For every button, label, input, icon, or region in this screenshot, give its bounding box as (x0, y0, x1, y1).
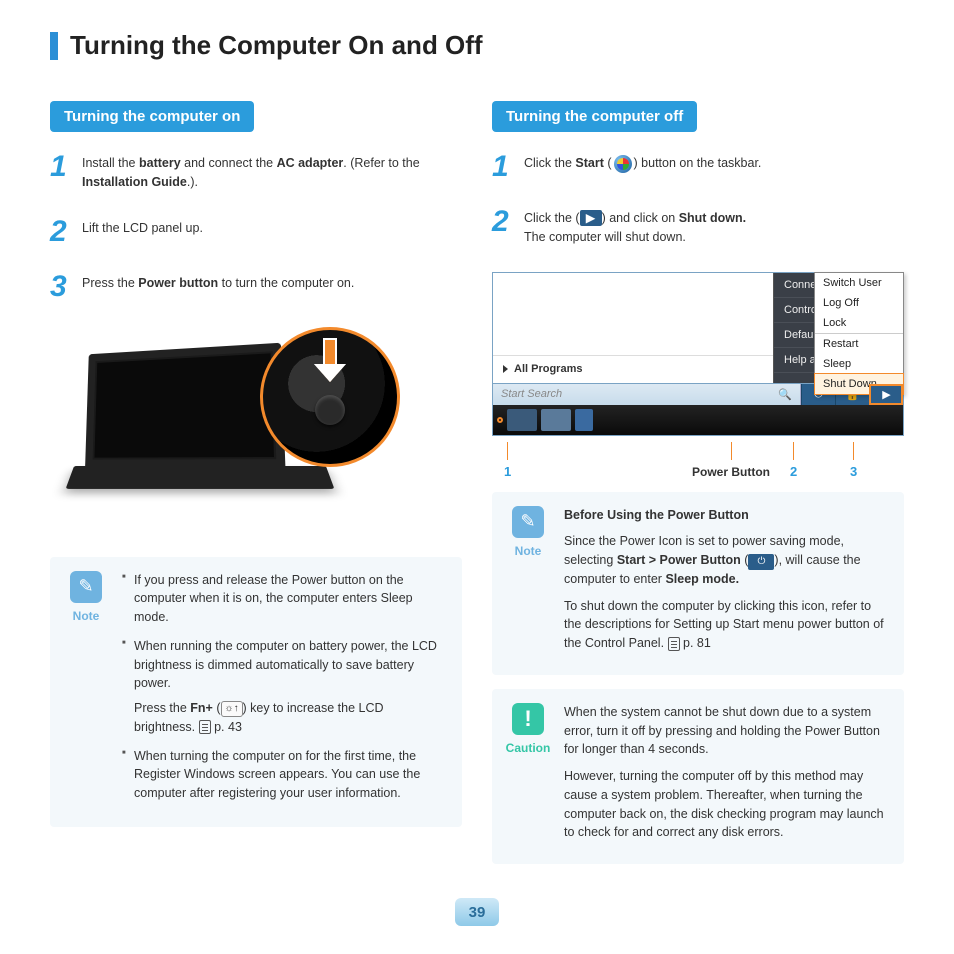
page-ref-icon (668, 637, 680, 651)
shutdown-flyout: Switch User Log Off Lock Restart Sleep S… (814, 272, 904, 395)
laptop-lid (85, 342, 285, 467)
pencil-icon: ✎ (512, 506, 544, 538)
step-text: Install the battery and connect the AC a… (82, 152, 462, 192)
power-button-inline-icon: ⏻ (748, 554, 774, 570)
fly-sleep[interactable]: Sleep (815, 354, 903, 374)
press-down-arrow-icon (320, 338, 340, 382)
section-header-off: Turning the computer off (492, 101, 697, 132)
page-number: 39 (455, 898, 499, 926)
step-number: 1 (492, 152, 514, 182)
triangle-right-icon (503, 365, 508, 373)
taskbar (493, 405, 903, 435)
section-header-on: Turning the computer on (50, 101, 254, 132)
start-menu-screenshot: All Programs Connect To Control Panel De… (492, 272, 904, 436)
step-text: Press the Power button to turn the compu… (82, 272, 354, 293)
laptop-power-button (315, 395, 345, 425)
step-text: Click the Start () button on the taskbar… (524, 152, 761, 173)
step-on-1: 1 Install the battery and connect the AC… (50, 152, 462, 192)
step-number: 1 (50, 152, 72, 182)
screenshot-annotations: 1 Power Button 2 3 (492, 442, 904, 492)
column-turning-off: Turning the computer off 1 Click the Sta… (492, 101, 904, 878)
power-button-callout-circle (260, 327, 400, 467)
note-label: Note (62, 607, 110, 625)
brightness-up-key-icon: ☼↑ (221, 701, 243, 717)
start-search-input[interactable]: Start Search 🔍 (493, 384, 801, 405)
note-callout-left: ✎ Note If you press and release the Powe… (50, 557, 462, 827)
step-on-3: 3 Press the Power button to turn the com… (50, 272, 462, 302)
fly-lock[interactable]: Lock (815, 313, 903, 333)
note-callout-right: ✎ Note Before Using the Power Button Sin… (492, 492, 904, 675)
taskbar-item[interactable] (575, 409, 593, 431)
step-on-2: 2 Lift the LCD panel up. (50, 217, 462, 247)
note-item: When turning the computer on for the fir… (122, 747, 446, 803)
laptop-base (66, 465, 335, 488)
start-button-highlight (497, 417, 503, 423)
title-accent-bar (50, 32, 58, 60)
column-turning-on: Turning the computer on 1 Install the ba… (50, 101, 462, 878)
search-icon: 🔍 (778, 388, 792, 401)
step-number: 3 (50, 272, 72, 302)
fly-switch-user[interactable]: Switch User (815, 273, 903, 293)
page-title-text: Turning the Computer On and Off (70, 30, 483, 61)
caution-label: Caution (504, 739, 552, 757)
page-ref-icon (199, 720, 211, 734)
step-number: 2 (50, 217, 72, 247)
start-orb-icon (612, 155, 634, 173)
exclamation-icon: ! (512, 703, 544, 735)
caution-callout: ! Caution When the system cannot be shut… (492, 689, 904, 864)
arrow-button-icon: ▶ (580, 210, 602, 226)
note-item: When running the computer on battery pow… (122, 637, 446, 737)
fly-log-off[interactable]: Log Off (815, 293, 903, 313)
fly-restart[interactable]: Restart (815, 333, 903, 354)
taskbar-item[interactable] (507, 409, 537, 431)
step-off-2: 2 Click the (▶) and click on Shut down.T… (492, 207, 904, 247)
arrow-menu-button[interactable]: ▶ (869, 384, 903, 405)
all-programs-item[interactable]: All Programs (493, 355, 773, 382)
step-off-1: 1 Click the Start () button on the taskb… (492, 152, 904, 182)
step-text: Click the (▶) and click on Shut down.The… (524, 207, 746, 247)
step-number: 2 (492, 207, 514, 237)
taskbar-item[interactable] (541, 409, 571, 431)
laptop-power-figure (40, 317, 420, 537)
step-text: Lift the LCD panel up. (82, 217, 203, 238)
pencil-icon: ✎ (70, 571, 102, 603)
note-item: If you press and release the Power butto… (122, 571, 446, 627)
page-title: Turning the Computer On and Off (50, 30, 904, 61)
note-label: Note (504, 542, 552, 560)
